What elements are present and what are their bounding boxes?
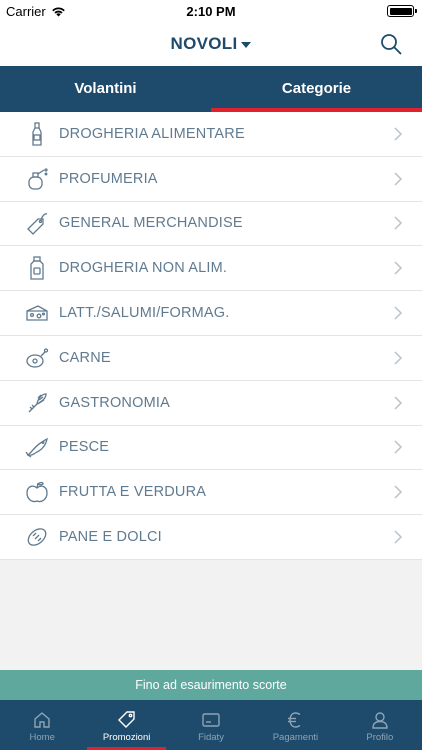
category-item-pesce[interactable]: PESCE xyxy=(0,426,422,471)
category-label: DROGHERIA NON ALIM. xyxy=(59,260,228,277)
meat-icon xyxy=(24,345,50,371)
store-selector[interactable]: NOVOLI xyxy=(0,34,422,54)
category-label: LATT./SALUMI/FORMAG. xyxy=(59,305,230,322)
nav-promozioni[interactable]: Promozioni xyxy=(84,700,168,750)
category-item-frutta-e-verdura[interactable]: FRUTTA E VERDURA xyxy=(0,470,422,516)
category-label: CARNE xyxy=(59,349,111,366)
card-icon xyxy=(202,713,220,727)
bottom-nav: Home Promozioni Fidaty Pagamenti Profilo xyxy=(0,700,422,750)
chevron-right-icon xyxy=(394,216,403,231)
fish-icon xyxy=(24,434,50,460)
app-header: NOVOLI xyxy=(0,22,422,66)
nav-label: Promozioni xyxy=(102,732,151,743)
chevron-right-icon xyxy=(394,440,403,454)
euro-icon xyxy=(288,712,301,728)
chevron-right-icon xyxy=(394,351,403,365)
notice-banner: Fino ad esaurimento scorte xyxy=(0,670,422,700)
category-label: GENERAL MERCHANDISE xyxy=(59,215,243,232)
tag-icon xyxy=(24,210,50,236)
category-item-profumeria[interactable]: PROFUMERIA xyxy=(0,157,422,202)
bread-icon xyxy=(24,524,50,550)
nav-home[interactable]: Home xyxy=(0,700,84,750)
category-list: DROGHERIA ALIMENTARE PROFUMERIA GENERAL … xyxy=(0,112,422,560)
chevron-right-icon xyxy=(394,261,403,275)
category-item-drogheria-alimentare[interactable]: DROGHERIA ALIMENTARE xyxy=(0,112,422,157)
chevron-right-icon xyxy=(394,306,403,320)
store-name: NOVOLI xyxy=(170,34,238,53)
chevron-right-icon xyxy=(394,172,403,186)
category-label: DROGHERIA ALIMENTARE xyxy=(59,125,245,142)
detergent-icon xyxy=(24,255,50,281)
nav-fidaty[interactable]: Fidaty xyxy=(169,700,253,750)
category-item-general-merchandise[interactable]: GENERAL MERCHANDISE xyxy=(0,202,422,247)
cheese-icon xyxy=(24,300,50,326)
nav-profilo[interactable]: Profilo xyxy=(338,700,422,750)
chevron-right-icon xyxy=(394,485,403,499)
category-label: PANE E DOLCI xyxy=(59,529,162,546)
category-item-latt-salumi-formag[interactable]: LATT./SALUMI/FORMAG. xyxy=(0,291,422,336)
bottle-icon xyxy=(24,121,50,147)
category-label: PROFUMERIA xyxy=(59,170,158,187)
perfume-icon xyxy=(24,166,50,192)
chevron-right-icon xyxy=(394,127,403,141)
nav-label: Fidaty xyxy=(198,732,224,743)
battery-icon xyxy=(387,5,417,17)
category-item-pane-e-dolci[interactable]: PANE E DOLCI xyxy=(0,515,422,560)
tab-categorie[interactable]: Categorie xyxy=(211,66,422,112)
tab-bar: Volantini Categorie xyxy=(0,66,422,112)
category-item-gastronomia[interactable]: GASTRONOMIA xyxy=(0,381,422,426)
nav-label: Pagamenti xyxy=(272,732,319,743)
category-label: GASTRONOMIA xyxy=(59,394,170,411)
status-bar: Carrier 2:10 PM xyxy=(0,0,422,22)
clock: 2:10 PM xyxy=(186,4,236,19)
nav-pagamenti[interactable]: Pagamenti xyxy=(253,700,337,750)
tab-volantini[interactable]: Volantini xyxy=(0,66,211,112)
category-label: PESCE xyxy=(59,439,110,456)
category-item-drogheria-non-alim[interactable]: DROGHERIA NON ALIM. xyxy=(0,246,422,292)
nav-label: Home xyxy=(29,732,55,743)
tag-icon xyxy=(117,711,135,728)
gastronomy-icon xyxy=(24,390,50,416)
apple-icon xyxy=(24,479,50,505)
chevron-right-icon xyxy=(394,530,403,544)
search-icon[interactable] xyxy=(380,33,402,55)
category-label: FRUTTA E VERDURA xyxy=(59,484,207,501)
nav-label: Profilo xyxy=(366,732,394,743)
user-icon xyxy=(372,712,388,729)
category-item-carne[interactable]: CARNE xyxy=(0,336,422,381)
home-icon xyxy=(34,712,50,728)
caret-down-icon xyxy=(241,41,252,48)
chevron-right-icon xyxy=(394,396,403,410)
